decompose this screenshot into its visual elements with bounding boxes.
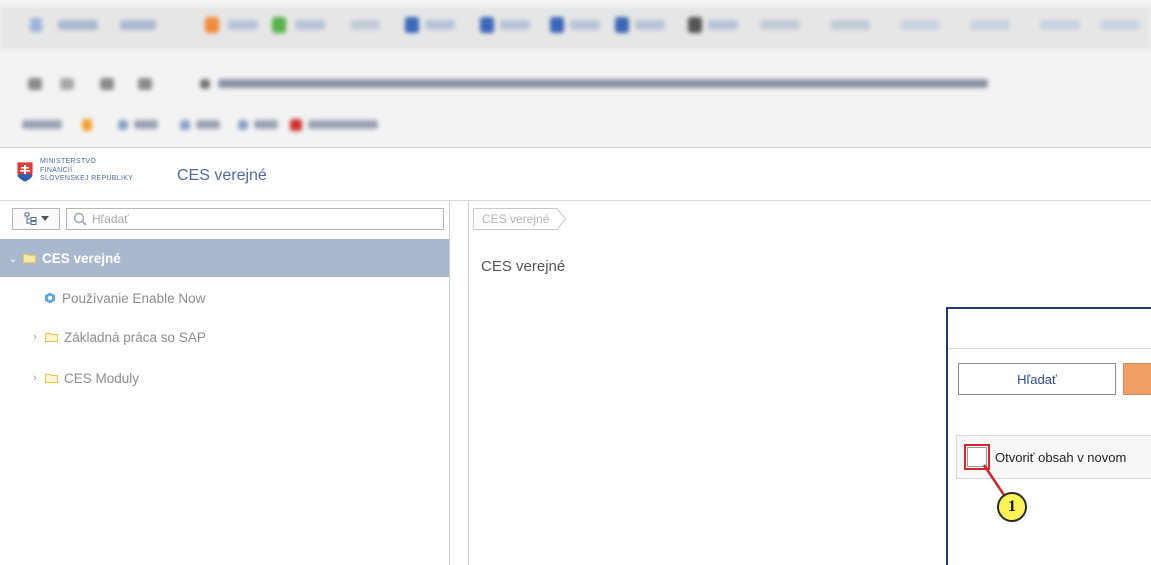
search-input[interactable] [92, 212, 432, 226]
open-in-new-label: Otvoriť obsah v novom [995, 450, 1127, 465]
app-header: MINISTERSTVO FINANCIÍ SLOVENSKEJ REPUBLI… [0, 149, 1151, 201]
tree-item-pouzivanie-enable-now[interactable]: Používanie Enable Now [0, 279, 449, 317]
navigation-panel: ⌄ CES verejné Používanie Enable Now › Zá… [0, 201, 450, 565]
chevron-right-icon[interactable]: › [28, 372, 42, 384]
main-content: CES verejné CES verejné Hľadať Otvoriť o… [468, 201, 1151, 565]
logo-text: MINISTERSTVO FINANCIÍ SLOVENSKEJ REPUBLI… [40, 158, 134, 182]
breadcrumb-item[interactable]: CES verejné [473, 208, 556, 230]
folder-icon [45, 374, 58, 383]
browser-chrome [0, 0, 1151, 148]
app-title: CES verejné [177, 167, 267, 184]
folder-icon [23, 254, 36, 263]
settings-dialog: Hľadať Otvoriť obsah v novom [946, 307, 1151, 565]
folder-icon [45, 333, 58, 342]
tree-item-zakladna-praca-so-sap[interactable]: › Základná práca so SAP [0, 318, 449, 356]
coat-of-arms-icon [16, 161, 34, 183]
tree-item-ces-moduly[interactable]: › CES Moduly [0, 359, 449, 397]
browser-tab-strip [0, 6, 1151, 50]
tree-icon [24, 212, 36, 225]
page-title: CES verejné [481, 258, 566, 275]
search-box [66, 208, 444, 230]
tree-item-label: CES Moduly [64, 370, 140, 386]
browser-address-bar [0, 68, 1151, 102]
dialog-search-button[interactable]: Hľadať [958, 363, 1116, 395]
tree-item-ces-verejne[interactable]: ⌄ CES verejné [0, 239, 449, 277]
enable-now-icon [45, 292, 55, 304]
tree-view-toggle[interactable] [12, 208, 60, 230]
search-icon [73, 212, 87, 226]
dialog-active-tab-button[interactable] [1123, 363, 1151, 395]
chevron-down-icon [40, 216, 49, 221]
dialog-header [948, 309, 1151, 349]
step-marker: 1 [997, 492, 1027, 522]
chevron-right-icon[interactable]: › [28, 331, 42, 343]
breadcrumb: CES verejné [473, 208, 567, 230]
tree-item-label: Používanie Enable Now [62, 290, 206, 306]
breadcrumb-arrow-icon [555, 208, 567, 230]
ministry-logo: MINISTERSTVO FINANCIÍ SLOVENSKEJ REPUBLI… [16, 158, 156, 192]
tree-item-label: CES verejné [42, 250, 121, 266]
tree-item-label: Základná práca so SAP [64, 329, 206, 345]
browser-bookmarks-bar [0, 112, 1151, 140]
chevron-down-icon[interactable]: ⌄ [6, 252, 20, 265]
